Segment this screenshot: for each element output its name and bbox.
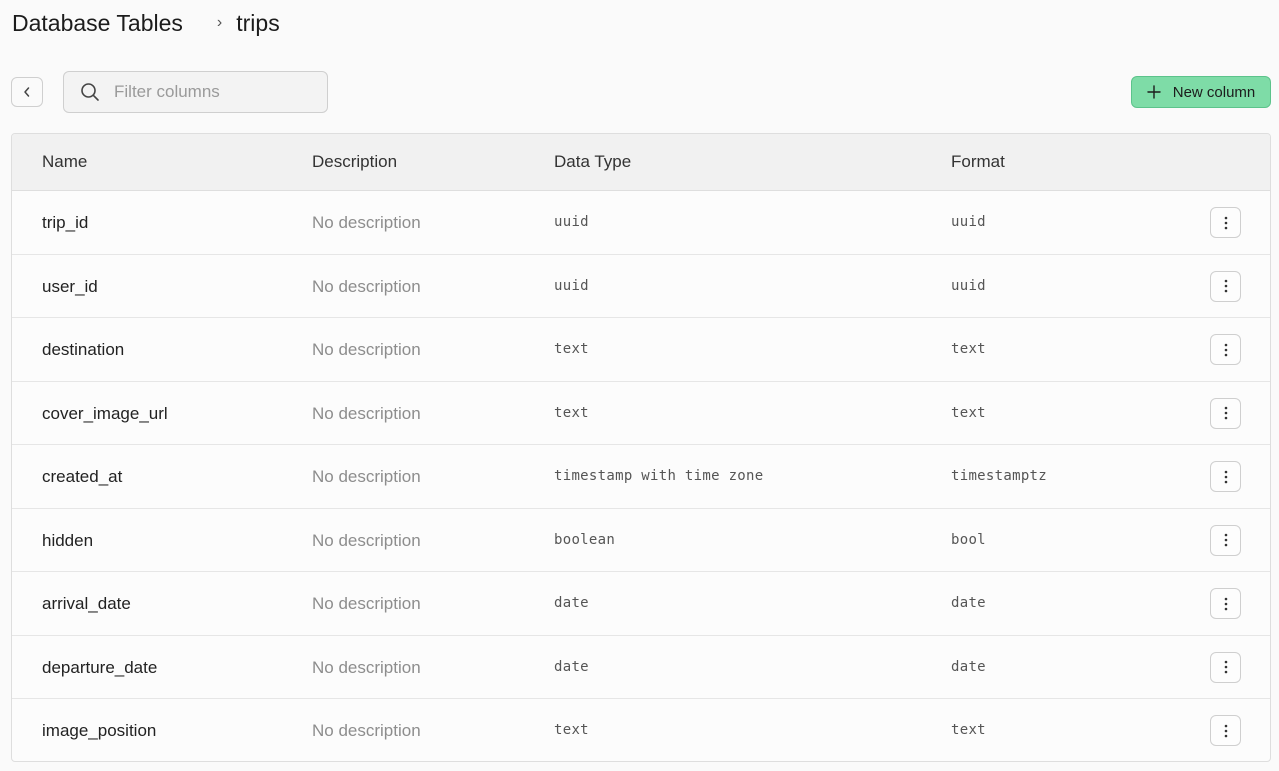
column-data-type: date: [554, 658, 589, 675]
row-menu-button[interactable]: [1210, 334, 1241, 365]
back-button[interactable]: [11, 77, 43, 107]
column-data-type: text: [554, 341, 589, 357]
table-row: created_at No description timestamp with…: [12, 445, 1270, 509]
column-name: cover_image_url: [42, 403, 168, 423]
column-name: hidden: [42, 530, 94, 550]
table-row: arrival_date No description date date: [12, 572, 1270, 636]
row-menu-button[interactable]: [1210, 588, 1241, 619]
column-format: uuid: [951, 277, 986, 294]
column-description: No description: [312, 530, 421, 550]
search-icon: [80, 82, 100, 102]
table-row: hidden No description boolean bool: [12, 509, 1270, 572]
row-menu-button[interactable]: [1210, 207, 1241, 238]
column-format: bool: [951, 531, 986, 548]
column-data-type: boolean: [554, 531, 616, 548]
header-data-type: Data Type: [554, 152, 632, 171]
new-column-label: New column: [1172, 83, 1256, 101]
column-data-type: uuid: [554, 214, 589, 230]
column-format: text: [951, 341, 986, 357]
table-row: trip_id No description uuid uuid: [12, 191, 1270, 255]
more-vertical-icon: [1224, 660, 1227, 674]
column-format: text: [951, 404, 986, 421]
search-box[interactable]: [63, 71, 328, 113]
column-data-type: text: [554, 404, 589, 421]
column-name: departure_date: [42, 657, 158, 677]
more-vertical-icon: [1224, 406, 1227, 420]
table-header: Name Description Data Type Format: [12, 134, 1270, 191]
table-row: user_id No description uuid uuid: [12, 255, 1270, 318]
column-name: created_at: [42, 467, 123, 486]
column-description: No description: [312, 403, 421, 423]
column-description: No description: [312, 657, 421, 677]
column-name: destination: [42, 340, 125, 359]
column-format: date: [951, 595, 986, 611]
plus-icon: [1147, 85, 1161, 99]
breadcrumb-separator-icon: ›: [216, 14, 223, 31]
more-vertical-icon: [1224, 343, 1227, 356]
header-name: Name: [42, 152, 88, 171]
more-vertical-icon: [1224, 216, 1227, 229]
more-vertical-icon: [1224, 279, 1227, 293]
column-format: timestamptz: [951, 468, 1048, 484]
more-vertical-icon: [1224, 470, 1227, 483]
page-title: trips: [236, 9, 280, 36]
breadcrumb-root[interactable]: Database Tables: [12, 10, 183, 37]
row-menu-button[interactable]: [1210, 461, 1241, 492]
column-description: No description: [312, 340, 421, 359]
row-menu-button[interactable]: [1210, 651, 1241, 683]
column-name: arrival_date: [42, 594, 131, 613]
header-format: Format: [951, 152, 1005, 171]
column-description: No description: [312, 467, 421, 486]
column-name: image_position: [42, 721, 157, 740]
chevron-left-icon: [24, 87, 30, 97]
column-description: No description: [312, 276, 421, 296]
table-row: image_position No description text text: [12, 699, 1270, 761]
breadcrumb: Database Tables › trips: [12, 8, 280, 38]
row-menu-button[interactable]: [1210, 524, 1241, 556]
table-row: departure_date No description date date: [12, 636, 1270, 699]
toolbar: New column: [11, 71, 1271, 113]
new-column-button[interactable]: New column: [1131, 76, 1271, 108]
row-menu-button[interactable]: [1210, 270, 1241, 302]
column-description: No description: [312, 594, 421, 613]
column-name: user_id: [42, 276, 98, 296]
header-description: Description: [312, 152, 398, 171]
more-vertical-icon: [1224, 597, 1227, 610]
column-data-type: uuid: [554, 277, 589, 294]
column-name: trip_id: [42, 213, 89, 232]
column-description: No description: [312, 213, 421, 232]
column-format: uuid: [951, 214, 986, 230]
column-format: text: [951, 722, 986, 738]
table-row: destination No description text text: [12, 318, 1270, 382]
search-input[interactable]: [114, 82, 314, 102]
table-body: trip_id No description uuid uuid user_id…: [12, 191, 1270, 761]
row-menu-button[interactable]: [1210, 715, 1241, 746]
column-data-type: timestamp with time zone: [554, 468, 764, 484]
column-description: No description: [312, 721, 421, 740]
column-data-type: date: [554, 595, 589, 611]
column-format: date: [951, 658, 986, 675]
column-data-type: text: [554, 722, 589, 738]
row-menu-button[interactable]: [1210, 397, 1241, 429]
more-vertical-icon: [1224, 533, 1227, 547]
table-row: cover_image_url No description text text: [12, 382, 1270, 445]
columns-table: Name Description Data Type Format trip_i…: [11, 133, 1271, 762]
more-vertical-icon: [1224, 724, 1227, 737]
